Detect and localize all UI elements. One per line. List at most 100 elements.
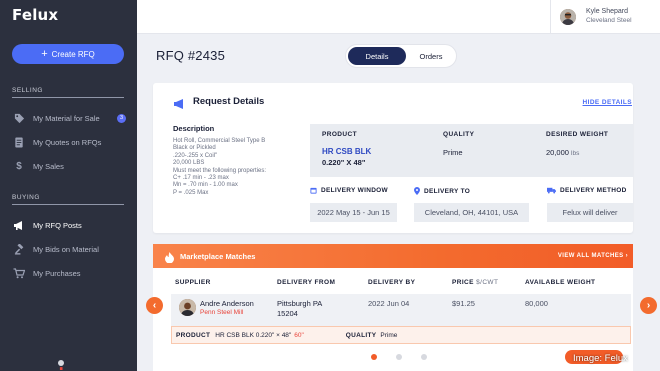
sidebar-item-label: My RFQ Posts bbox=[33, 220, 82, 230]
desired-weight-value: 20,000 lbs bbox=[546, 148, 579, 157]
price-value: $91.25 bbox=[452, 299, 475, 308]
carousel-dot-3[interactable] bbox=[421, 354, 427, 360]
column-header-price: PRICE $/CWT bbox=[452, 279, 498, 286]
sidebar-item-purchases[interactable]: My Purchases bbox=[12, 266, 126, 280]
sidebar-item-label: My Bids on Material bbox=[33, 244, 99, 254]
image-credit: Image: Felux bbox=[573, 353, 628, 364]
location-pin-icon bbox=[414, 187, 420, 195]
page-title: RFQ #2435 bbox=[156, 48, 226, 63]
description-line: P = .025 Max bbox=[173, 189, 209, 196]
sidebar-item-quotes-on-rfqs[interactable]: My Quotes on RFQs bbox=[12, 135, 126, 149]
sidebar-item-label: My Purchases bbox=[33, 268, 81, 278]
felux-logo[interactable]: Felux · bbox=[12, 6, 65, 371]
column-header-delivery-from: DELIVERY FROM bbox=[277, 279, 336, 286]
delivery-to-label-text: DELIVERY TO bbox=[424, 187, 471, 195]
marketplace-matches-card: Marketplace Matches VIEW ALL MATCHES › S… bbox=[153, 244, 633, 371]
top-bar: Kyle Shepard Cleveland Steel bbox=[137, 0, 660, 34]
delivery-method-label-text: DELIVERY METHOD bbox=[560, 187, 627, 194]
delivery-method-label: DELIVERY METHOD bbox=[547, 187, 627, 194]
request-details-title: Request Details bbox=[193, 96, 265, 107]
description-line: Black or Pickled bbox=[173, 145, 216, 152]
details-orders-toggle: Details Orders bbox=[345, 44, 457, 68]
delivery-window-label: DELIVERY WINDOW bbox=[310, 187, 388, 194]
description-line: Must meet the following properties: bbox=[173, 167, 267, 174]
marketplace-matches-title: Marketplace Matches bbox=[180, 252, 256, 261]
column-header-delivery-by: DELIVERY BY bbox=[368, 279, 416, 286]
column-header-available-weight: AVAILABLE WEIGHT bbox=[525, 279, 596, 286]
user-company: Cleveland Steel bbox=[586, 17, 632, 24]
match-product-label: PRODUCT bbox=[176, 331, 211, 339]
sidebar-item-rfq-posts[interactable]: My RFQ Posts bbox=[12, 218, 126, 232]
delivery-by-date: 2022 Jun 04 bbox=[368, 299, 410, 308]
description-line: C+ .17 min - .23 max bbox=[173, 175, 229, 182]
marketplace-matches-header: Marketplace Matches VIEW ALL MATCHES › bbox=[153, 244, 633, 268]
supplier-avatar bbox=[179, 299, 196, 316]
megaphone-icon bbox=[12, 219, 26, 231]
create-rfq-label: Create RFQ bbox=[51, 49, 95, 59]
price-header-text: PRICE bbox=[452, 279, 474, 286]
delivery-window-label-text: DELIVERY WINDOW bbox=[321, 187, 388, 194]
count-badge: 3 bbox=[117, 113, 126, 123]
divider bbox=[12, 204, 124, 205]
product-label: PRODUCT bbox=[322, 131, 357, 138]
quality-value: Prime bbox=[443, 148, 463, 157]
match-quality-label: QUALITY bbox=[345, 331, 377, 339]
divider bbox=[550, 0, 551, 34]
supplier-name[interactable]: Andre Anderson bbox=[200, 299, 254, 308]
sidebar-item-my-sales[interactable]: $ My Sales bbox=[12, 159, 126, 173]
delivery-from-city: Pittsburgh PA bbox=[277, 299, 323, 308]
description-title: Description bbox=[173, 124, 215, 133]
carousel-dot-2[interactable] bbox=[396, 354, 402, 360]
gavel-icon bbox=[12, 243, 26, 255]
carousel-dot-1[interactable] bbox=[371, 354, 377, 360]
hide-details-link[interactable]: HIDE DETAILS bbox=[583, 99, 632, 106]
create-rfq-button[interactable]: + Create RFQ bbox=[12, 44, 124, 64]
description-line: Hot Roll, Commercial Steel Type B bbox=[173, 138, 266, 144]
quality-label: QUALITY bbox=[443, 131, 475, 138]
cart-icon bbox=[12, 267, 26, 279]
view-all-matches-link[interactable]: VIEW ALL MATCHES › bbox=[558, 253, 628, 259]
delivery-from-zip: 15204 bbox=[277, 309, 298, 318]
tab-orders[interactable]: Orders bbox=[406, 47, 456, 65]
match-product-strip: PRODUCT HR CSB BLK 0.220" × 48" 60" QUAL… bbox=[171, 326, 631, 344]
carousel-next-button[interactable]: › bbox=[640, 297, 657, 314]
divider bbox=[12, 97, 124, 98]
weight-unit: lbs bbox=[571, 150, 580, 157]
plus-icon: + bbox=[41, 47, 48, 60]
truck-icon bbox=[547, 187, 556, 194]
delivery-to-label: DELIVERY TO bbox=[414, 187, 470, 195]
weight-number: 20,000 bbox=[546, 148, 569, 157]
megaphone-icon bbox=[173, 96, 185, 109]
document-icon bbox=[12, 136, 26, 148]
selling-section-label: SELLING bbox=[12, 87, 43, 94]
sidebar-item-bids-on-material[interactable]: My Bids on Material bbox=[12, 242, 126, 256]
user-avatar[interactable] bbox=[560, 9, 576, 25]
sidebar-item-material-for-sale[interactable]: My Material for Sale 3 bbox=[12, 111, 126, 125]
flame-icon bbox=[165, 250, 174, 264]
match-quality-value: Prime bbox=[380, 331, 398, 339]
dollar-icon: $ bbox=[16, 160, 22, 172]
product-summary-box: PRODUCT HR CSB BLK 0.220" X 48" QUALITY … bbox=[310, 124, 633, 177]
request-details-card: Request Details HIDE DETAILS Description… bbox=[153, 83, 633, 233]
product-name[interactable]: HR CSB BLK bbox=[322, 147, 371, 156]
description-line: Mn = .70 min - 1.00 max bbox=[173, 182, 238, 189]
sidebar: Felux · + Create RFQ SELLING My Material … bbox=[0, 0, 137, 371]
description-body: Hot Roll, Commercial Steel Type B Black … bbox=[173, 138, 298, 197]
column-header-supplier: SUPPLIER bbox=[175, 279, 211, 286]
description-line: 20,000 LBS bbox=[173, 160, 205, 167]
tab-details[interactable]: Details bbox=[348, 47, 406, 65]
supplier-mill: Penn Steel Mill bbox=[200, 309, 244, 316]
carousel-prev-button[interactable]: ‹ bbox=[146, 297, 163, 314]
sidebar-item-label: My Sales bbox=[33, 161, 64, 171]
tag-icon bbox=[12, 112, 26, 124]
description-line: .220-.255 x Coil" bbox=[173, 152, 218, 159]
delivery-to-value: Cleveland, OH, 44101, USA bbox=[414, 203, 529, 222]
match-product-value: HR CSB BLK 0.220" × 48" bbox=[215, 331, 292, 339]
sidebar-item-label: My Material for Sale bbox=[33, 113, 100, 123]
desired-weight-label: DESIRED WEIGHT bbox=[546, 131, 609, 138]
delivery-window-value: 2022 May 15 - Jun 15 bbox=[310, 203, 397, 222]
delivery-method-value: Felux will deliver bbox=[547, 203, 633, 222]
available-weight-value: 80,000 bbox=[525, 299, 548, 308]
price-unit: $/CWT bbox=[476, 279, 499, 286]
sidebar-item-label: My Quotes on RFQs bbox=[33, 137, 102, 147]
